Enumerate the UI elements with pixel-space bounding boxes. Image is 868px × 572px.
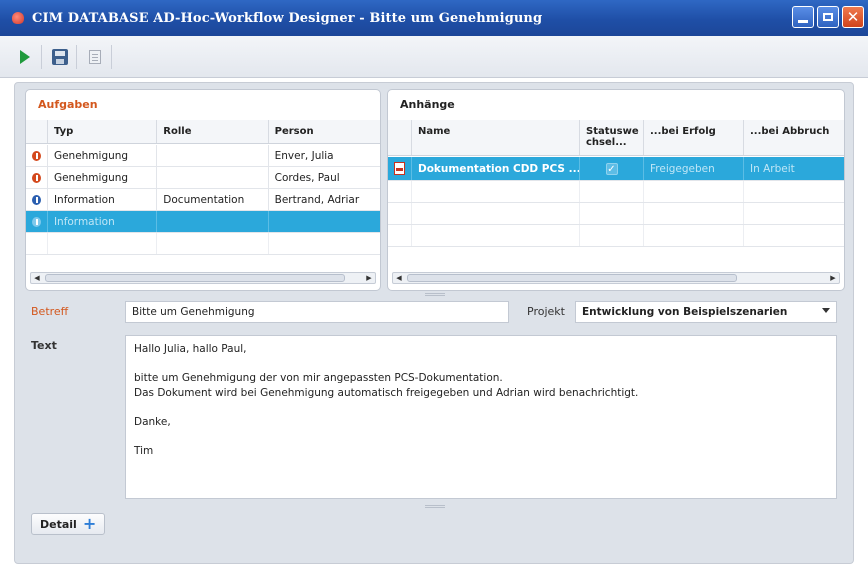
empty-row	[388, 225, 844, 247]
detail-button[interactable]: Detail +	[31, 513, 106, 535]
message-line: Tim	[134, 445, 154, 457]
cell-on-abort: In Arbeit	[750, 162, 795, 175]
empty-row	[388, 203, 844, 225]
cell-typ: Information	[48, 189, 158, 210]
document-button[interactable]	[78, 45, 112, 69]
maximize-icon	[823, 13, 833, 21]
pdf-icon	[394, 162, 405, 175]
message-line: Danke,	[134, 416, 171, 428]
scroll-right-icon[interactable]: ▶	[827, 273, 839, 283]
start-button[interactable]	[8, 45, 42, 69]
toolbar	[0, 36, 868, 78]
save-icon	[51, 49, 68, 65]
message-textarea[interactable]: Hallo Julia, hallo Paul, bitte um Genehm…	[125, 335, 837, 499]
detail-label: Detail	[40, 517, 77, 531]
tasks-col-person[interactable]: Person	[269, 120, 380, 143]
table-row[interactable]: Genehmigung Enver, Julia	[26, 145, 380, 167]
attachments-rows: Dokumentation CDD PCS ... ✓ Freigegeben …	[388, 157, 844, 247]
project-value: Entwicklung von Beispielszenarien	[582, 306, 788, 318]
tasks-title: Aufgaben	[38, 98, 98, 111]
title-bar: CIM DATABASE AD-Hoc-Workflow Designer - …	[0, 0, 868, 36]
table-row[interactable]: Genehmigung Cordes, Paul	[26, 167, 380, 189]
tasks-header: Typ Rolle Person	[26, 120, 380, 144]
tasks-rows: Genehmigung Enver, Julia Genehmigung Cor…	[26, 145, 380, 255]
cell-person: Enver, Julia	[274, 149, 334, 162]
message-line: Hallo Julia, hallo Paul,	[134, 343, 247, 355]
empty-row	[388, 181, 844, 203]
cell-person: Cordes, Paul	[274, 171, 340, 184]
splitter-handle[interactable]	[425, 293, 445, 296]
text-label: Text	[31, 339, 57, 352]
tasks-col-rolle[interactable]: Rolle	[157, 120, 269, 143]
attachments-header: Name Statuswe chsel... ...bei Erfolg ...…	[388, 120, 844, 156]
tasks-panel: Aufgaben Typ Rolle Person Genehmigung En…	[25, 89, 381, 291]
close-button[interactable]: ✕	[842, 6, 864, 28]
subject-input[interactable]: Bitte um Genehmigung	[125, 301, 509, 323]
cell-rolle: Documentation	[157, 189, 269, 210]
cell-rolle	[157, 167, 269, 188]
cell-typ: Genehmigung	[48, 167, 158, 188]
play-icon	[19, 50, 30, 64]
document-icon	[88, 50, 101, 64]
message-line: bitte um Genehmigung der von mir angepas…	[134, 372, 503, 384]
table-row-selected[interactable]: Dokumentation CDD PCS ... ✓ Freigegeben …	[388, 157, 844, 181]
workspace: Aufgaben Typ Rolle Person Genehmigung En…	[14, 82, 854, 564]
attachments-col-on-abort[interactable]: ...bei Abbruch	[744, 120, 844, 155]
plus-icon: +	[82, 514, 97, 533]
cell-rolle	[157, 145, 269, 166]
message-line: Das Dokument wird bei Genehmigung automa…	[134, 387, 639, 399]
table-row-selected[interactable]: Information	[26, 211, 380, 233]
cell-person: Bertrand, Adriar	[274, 193, 360, 206]
attachments-panel: Anhänge Name Statuswe chsel... ...bei Er…	[387, 89, 845, 291]
splitter-handle[interactable]	[425, 505, 445, 508]
cell-person	[269, 211, 380, 232]
close-icon: ✕	[846, 7, 860, 26]
tasks-col-status	[26, 120, 48, 143]
info-icon	[32, 216, 41, 227]
cell-name: Dokumentation CDD PCS ...	[412, 157, 580, 180]
scroll-left-icon[interactable]: ◀	[31, 273, 43, 283]
attachments-horizontal-scrollbar[interactable]: ◀ ▶	[392, 272, 840, 284]
minimize-icon	[798, 19, 808, 23]
attachments-col-icon	[388, 120, 412, 155]
scroll-thumb[interactable]	[45, 274, 345, 282]
warning-icon	[32, 172, 41, 183]
cell-typ: Information	[48, 211, 158, 232]
cell-rolle	[157, 211, 269, 232]
app-icon	[12, 12, 24, 24]
minimize-button[interactable]	[792, 6, 814, 28]
scroll-left-icon[interactable]: ◀	[393, 273, 405, 283]
chevron-down-icon	[822, 308, 830, 313]
scroll-right-icon[interactable]: ▶	[363, 273, 375, 283]
save-button[interactable]	[43, 45, 77, 69]
subject-label: Betreff	[31, 305, 69, 318]
project-select[interactable]: Entwicklung von Beispielszenarien	[575, 301, 837, 323]
scroll-thumb[interactable]	[407, 274, 737, 282]
cell-typ: Genehmigung	[48, 145, 158, 166]
attachments-title: Anhänge	[400, 98, 455, 111]
window-title: CIM DATABASE AD-Hoc-Workflow Designer - …	[32, 10, 543, 26]
attachments-col-on-success[interactable]: ...bei Erfolg	[644, 120, 744, 155]
attachments-col-status-change[interactable]: Statuswe chsel...	[580, 120, 644, 155]
tasks-horizontal-scrollbar[interactable]: ◀ ▶	[30, 272, 376, 284]
window-controls: ✕	[792, 6, 864, 28]
checkbox-checked-icon[interactable]: ✓	[605, 162, 618, 175]
maximize-button[interactable]	[817, 6, 839, 28]
project-label: Projekt	[527, 305, 565, 318]
cell-on-success: Freigegeben	[644, 157, 744, 180]
empty-row	[26, 233, 380, 255]
warning-icon	[32, 150, 41, 161]
tasks-col-typ[interactable]: Typ	[48, 120, 158, 143]
table-row[interactable]: Information Documentation Bertrand, Adri…	[26, 189, 380, 211]
info-icon	[32, 194, 41, 205]
attachments-col-name[interactable]: Name	[412, 120, 580, 155]
